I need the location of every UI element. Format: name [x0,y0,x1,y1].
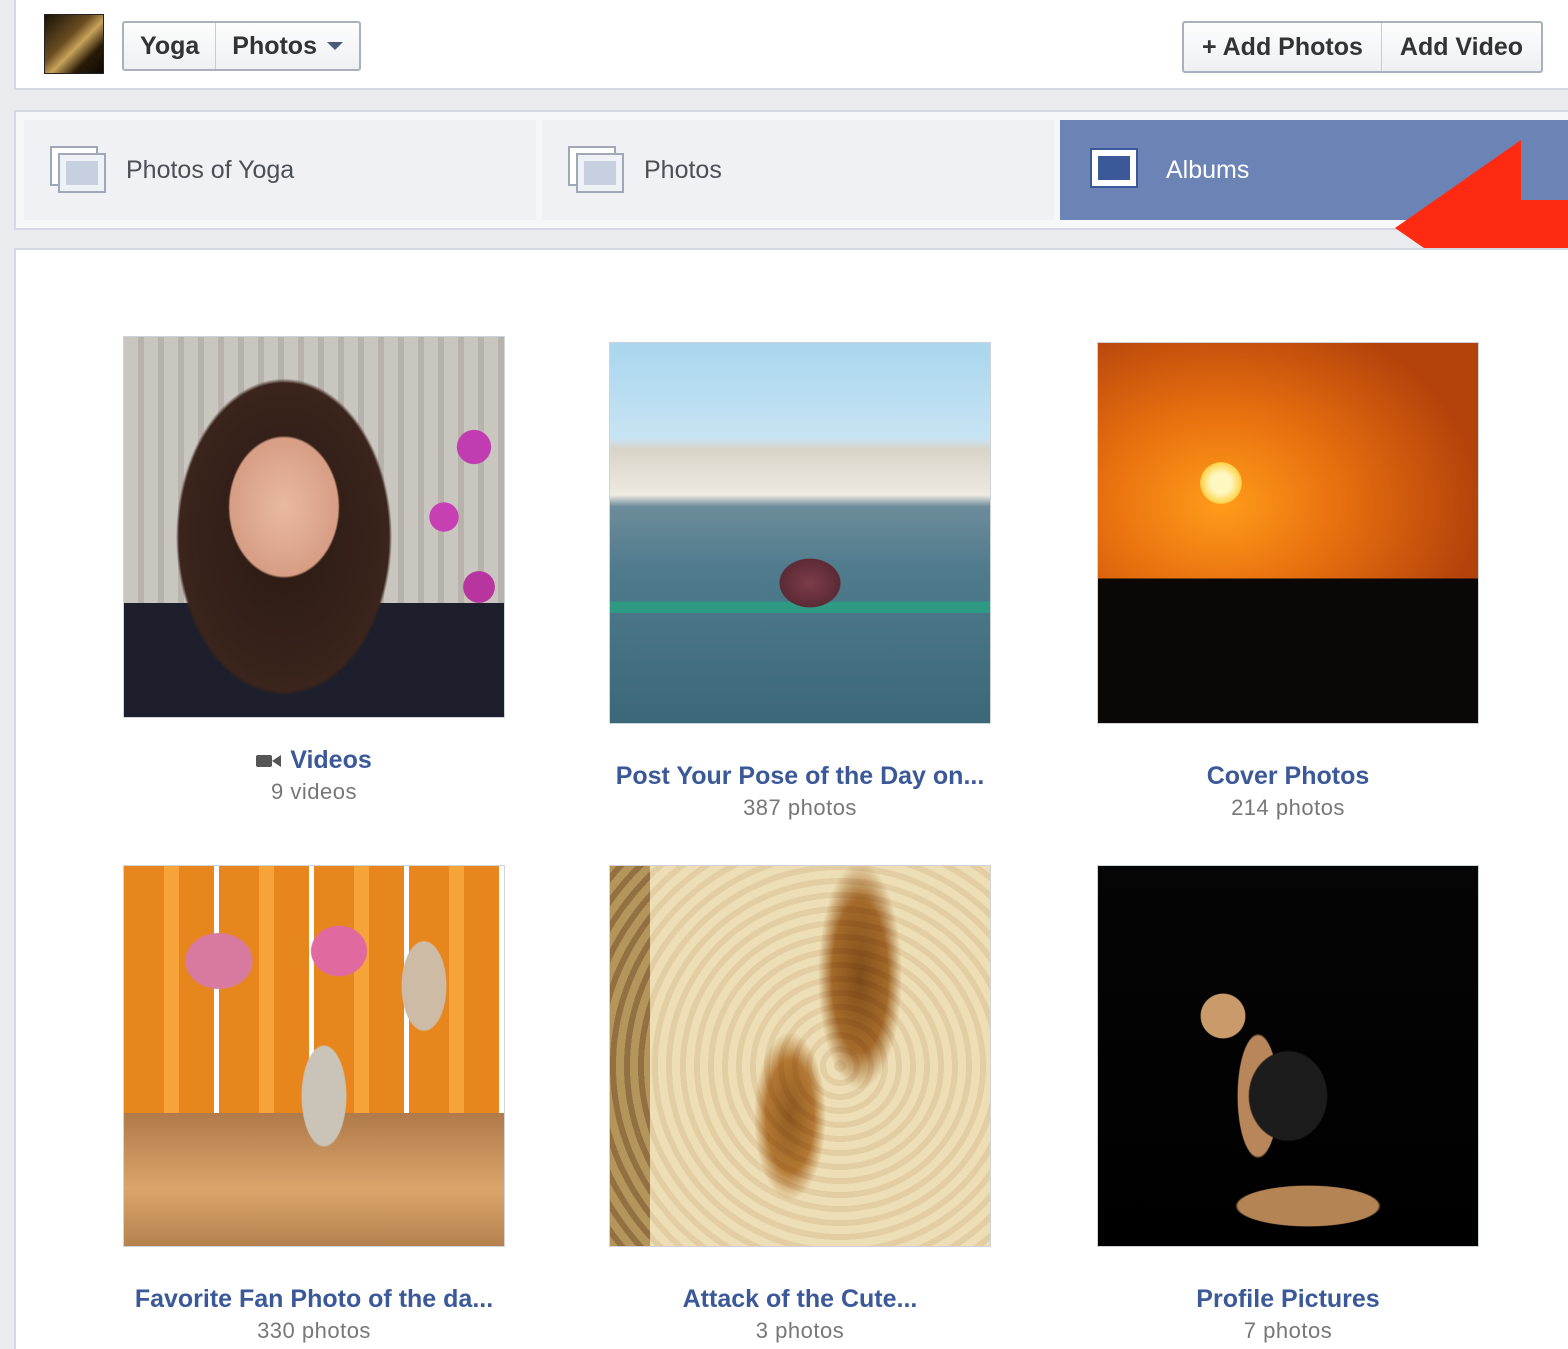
album-title-link[interactable]: Profile Pictures [1078,1285,1498,1314]
albums-icon [1090,146,1146,194]
albums-grid: Videos 9 videos Post Your Pose of the Da… [14,248,1568,1349]
album-item: Favorite Fan Photo of the da... 330 phot… [104,865,524,1344]
album-count: 214 photos [1231,795,1345,820]
header-actions: + Add Photos Add Video [1182,21,1544,73]
tab-label: Albums [1166,155,1250,184]
video-camera-icon [256,751,282,771]
album-title-link[interactable]: Post Your Pose of the Day on... [590,762,1010,791]
album-title-link[interactable]: Cover Photos [1078,762,1498,791]
tagged-photos-icon [50,146,106,194]
tab-photos-of-yoga[interactable]: Photos of Yoga [24,120,536,220]
album-cover-image[interactable] [1097,342,1479,724]
album-item: Post Your Pose of the Day on... 387 phot… [590,342,1010,821]
add-video-button[interactable]: Add Video [1380,23,1541,71]
album-item: Videos 9 videos [104,336,524,805]
tab-label: Photos of Yoga [126,155,295,184]
breadcrumb-section-dropdown[interactable]: Photos [215,23,359,69]
album-item: Cover Photos 214 photos [1078,342,1498,821]
photo-tabs: Photos of Yoga Photos Albums [14,110,1568,230]
album-cover-image[interactable] [123,336,505,718]
album-cover-image[interactable] [609,865,991,1247]
album-cover-image[interactable] [123,865,505,1247]
photos-header-bar: Yoga Photos + Add Photos Add Video [14,0,1568,90]
album-item: Profile Pictures 7 photos [1078,865,1498,1344]
breadcrumb-page-link[interactable]: Yoga [124,23,215,69]
album-title-link[interactable]: Videos [104,746,524,775]
album-item: Attack of the Cute... 3 photos [590,865,1010,1344]
album-count: 3 photos [755,1318,845,1343]
album-count: 387 photos [743,795,857,820]
album-cover-image[interactable] [1097,865,1479,1247]
album-count: 9 videos [271,779,357,804]
tab-label: Photos [644,155,722,184]
breadcrumb-section-label: Photos [232,31,317,60]
album-title-link[interactable]: Attack of the Cute... [590,1285,1010,1314]
album-title-link[interactable]: Favorite Fan Photo of the da... [104,1285,524,1314]
tab-photos[interactable]: Photos [542,120,1054,220]
album-count: 7 photos [1243,1318,1333,1343]
photos-icon [568,146,624,194]
breadcrumb-page-label: Yoga [140,31,200,60]
album-count: 330 photos [257,1318,371,1343]
chevron-down-icon [326,42,343,50]
add-photos-button[interactable]: + Add Photos [1184,23,1381,71]
breadcrumb: Yoga Photos [122,21,361,71]
page-profile-thumbnail[interactable] [44,14,104,74]
album-title-text: Videos [290,746,372,774]
album-cover-image[interactable] [609,342,991,724]
